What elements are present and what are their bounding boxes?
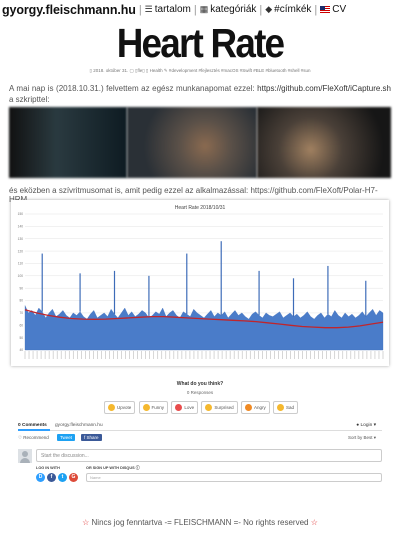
tweet-button[interactable]: Tweet: [57, 434, 76, 441]
nav-cv-label: CV: [332, 4, 347, 15]
y-tick-label: 50: [19, 336, 23, 340]
reaction-love-button[interactable]: Love: [171, 401, 199, 414]
active-tab-indicator: [18, 429, 50, 431]
twitter-login-icon[interactable]: t: [58, 473, 67, 482]
surprised-emoji-icon: [205, 404, 213, 411]
angry-emoji-icon: [244, 404, 252, 411]
y-tick-label: 100: [18, 274, 24, 278]
love-emoji-icon: [175, 404, 183, 411]
responses-count: 0 Responses: [186, 390, 214, 395]
disqus-login-icon[interactable]: D: [36, 473, 45, 482]
share-button[interactable]: f Share: [81, 434, 102, 441]
reaction-label: Sad: [285, 405, 294, 410]
post-paragraph-1: A mai nap is (2018.10.31.) felvettem az …: [9, 84, 391, 105]
screenshot-thumb-1: [9, 107, 127, 178]
reaction-upvote-button[interactable]: Upvote: [104, 401, 136, 414]
nav-tartalom-link[interactable]: ☰ tartalom: [145, 4, 191, 15]
reaction-label: Upvote: [117, 405, 132, 410]
chart-title: Heart Rate 2018/10/31: [175, 205, 226, 211]
screenshot-thumb-2: [127, 107, 257, 178]
y-tick-label: 70: [19, 311, 23, 315]
post-meta: ▯ 2018. október 31. ▢ ▯fle▯ ▯ Health ✎ #…: [89, 68, 311, 73]
reaction-label: Funny: [151, 405, 165, 410]
y-tick-label: 90: [19, 286, 23, 290]
blurred-screenshots-image: [9, 107, 391, 178]
y-tick-label: 40: [19, 348, 23, 352]
login-button[interactable]: ● Login ▾: [356, 423, 376, 428]
nav-kategoriak-label: kategóriák: [210, 4, 257, 15]
facebook-login-icon[interactable]: f: [47, 473, 56, 482]
tabs-divider: [18, 430, 382, 431]
y-tick-label: 120: [18, 249, 24, 253]
flag-icon: [320, 6, 331, 13]
star-icon: ☆: [82, 518, 90, 527]
list-icon: ☰: [144, 4, 153, 14]
google-login-icon[interactable]: G: [69, 473, 78, 482]
reaction-sad-button[interactable]: Sad: [272, 401, 298, 414]
comment-input[interactable]: Start the discussion...: [36, 449, 382, 462]
name-field[interactable]: Name: [86, 473, 382, 482]
nav-tartalom-label: tartalom: [154, 4, 191, 15]
reaction-label: Love: [184, 405, 195, 410]
reaction-funny-button[interactable]: Funny: [138, 401, 169, 414]
nav-kategoriak-link[interactable]: ▦ kategóriák: [200, 4, 257, 15]
reaction-label: Surprised: [214, 405, 234, 410]
y-tick-label: 60: [19, 323, 23, 327]
sad-emoji-icon: [276, 404, 284, 411]
footer: ☆ Nincs jog fenntartva -= FLEISCHMANN =-…: [0, 518, 400, 527]
reactions-bar: Upvote Funny Love Surprised Angry Sad: [104, 401, 298, 414]
tab-community[interactable]: gyorgy.fleischmann.hu: [55, 423, 103, 428]
funny-emoji-icon: [142, 404, 150, 411]
nav-separator: |: [259, 3, 263, 16]
y-tick-label: 150: [18, 212, 24, 216]
nav-cimkek-link[interactable]: ◆ #címkék: [265, 4, 311, 15]
icapture-link[interactable]: https://github.com/FleXoft/iCapture.sh: [257, 84, 391, 93]
log-in-with-label: LOG IN WITH: [36, 466, 60, 470]
nav-cv-link[interactable]: CV: [320, 4, 346, 15]
avatar: [18, 449, 32, 463]
y-tick-label: 130: [18, 237, 24, 241]
heart-rate-chart: Heart Rate 2018/10/31 40 50 60 70 80 90 100 110…: [11, 200, 389, 366]
reaction-label: Angry: [253, 405, 266, 410]
para1-text: A mai nap is (2018.10.31.) felvettem az …: [9, 84, 258, 93]
site-name-link[interactable]: gyorgy.fleischmann.hu: [2, 3, 136, 17]
sort-dropdown[interactable]: Sort by Best ▾: [348, 435, 376, 441]
nav-separator: |: [314, 3, 318, 16]
social-login-buttons: D f t G: [36, 473, 78, 482]
star-icon: ☆: [310, 518, 318, 527]
y-tick-label: 140: [18, 225, 24, 229]
reactions-heading: What do you think?: [176, 381, 224, 387]
nav-separator: |: [138, 3, 142, 16]
nav-separator: |: [193, 3, 197, 16]
upvote-emoji-icon: [108, 404, 115, 411]
grid-icon: ▦: [199, 4, 209, 14]
page-title: Heart Rate: [116, 20, 285, 66]
heart-rate-chart-svg: Heart Rate 2018/10/31 40 50 60 70 80 90 100 110…: [18, 205, 384, 359]
para1-tail: a szkripttel:: [9, 94, 50, 104]
y-tick-label: 80: [19, 299, 23, 303]
recommend-button[interactable]: ♡ Recommend: [18, 435, 49, 441]
tag-icon: ◆: [265, 4, 273, 14]
y-tick-label: 110: [18, 262, 23, 266]
para2-text: és eközben a szívritmusomat is, amit ped…: [9, 186, 251, 195]
top-nav: gyorgy.fleischmann.hu | ☰ tartalom | ▦ k…: [0, 0, 400, 19]
sign-up-label: OR SIGN UP WITH DISQUS ⓘ: [86, 466, 140, 470]
reaction-angry-button[interactable]: Angry: [240, 401, 270, 414]
footer-text: Nincs jog fenntartva -= FLEISCHMANN =- N…: [91, 518, 309, 527]
tab-comments[interactable]: 0 Comments: [18, 423, 47, 428]
reaction-surprised-button[interactable]: Surprised: [201, 401, 238, 414]
nav-cimkek-label: #címkék: [274, 4, 312, 15]
screenshot-thumb-3: [257, 107, 391, 178]
